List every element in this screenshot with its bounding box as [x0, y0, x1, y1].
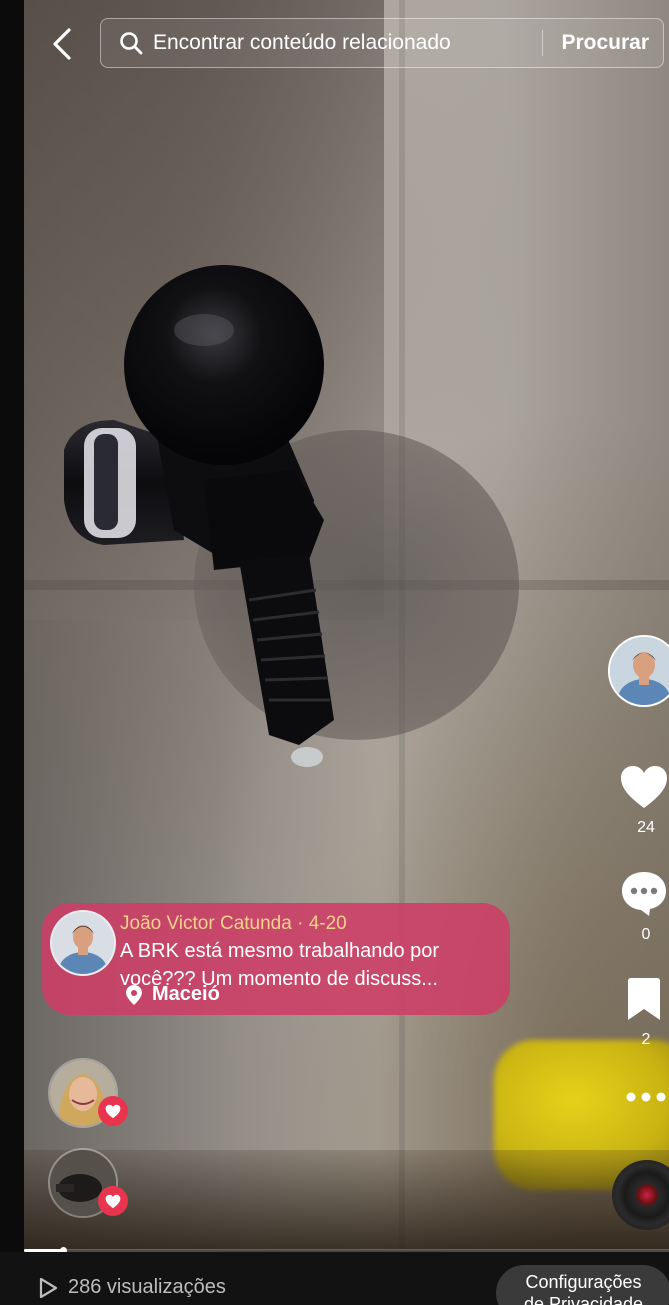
- like-count: 24: [637, 819, 655, 836]
- liker-heart-badge: [98, 1186, 128, 1216]
- search-bar[interactable]: Encontrar conteúdo relacionado Procurar: [100, 18, 664, 68]
- music-cover: [636, 1184, 658, 1206]
- location-tag[interactable]: Maceió: [126, 983, 220, 1006]
- heart-icon: [105, 1194, 121, 1208]
- comment-icon: [622, 872, 666, 916]
- search-button[interactable]: Procurar: [543, 31, 663, 55]
- promoted-post-card[interactable]: João Victor Catunda · 4-20 A BRK está me…: [42, 903, 510, 1015]
- chevron-left-icon: [53, 28, 71, 60]
- location-label: Maceió: [152, 983, 220, 1005]
- faucet-image: [64, 265, 334, 767]
- comment-button[interactable]: 0: [614, 869, 669, 944]
- author-avatar[interactable]: [50, 910, 116, 976]
- back-button[interactable]: [44, 26, 80, 62]
- search-input[interactable]: Encontrar conteúdo relacionado: [153, 31, 542, 55]
- bookmark-icon: [628, 978, 660, 1020]
- heart-icon: [105, 1104, 121, 1118]
- search-icon: [119, 30, 145, 56]
- liker-heart-badge: [98, 1096, 128, 1126]
- save-button[interactable]: 2: [614, 976, 669, 1049]
- screen-edge: [0, 0, 24, 1250]
- save-count: 2: [641, 1031, 651, 1048]
- play-icon: [39, 1277, 58, 1298]
- view-count-label: 286 visualizações: [68, 1276, 226, 1298]
- more-icon: [626, 1092, 666, 1102]
- video-frame[interactable]: [24, 0, 669, 1250]
- like-button[interactable]: 24: [614, 764, 669, 837]
- privacy-label-line: de Privacidade: [523, 1294, 644, 1305]
- author-name-date[interactable]: João Victor Catunda · 4-20: [120, 913, 347, 935]
- view-count: 286 visualizações: [38, 1276, 226, 1299]
- location-pin-icon: [126, 984, 142, 1005]
- comment-count: 0: [641, 926, 651, 943]
- video-player-screen: Encontrar conteúdo relacionado Procurar …: [0, 0, 669, 1305]
- heart-icon: [621, 766, 667, 808]
- privacy-settings-button[interactable]: Configurações de Privacidade: [496, 1265, 669, 1305]
- privacy-label-line: Configurações: [525, 1272, 642, 1292]
- more-button[interactable]: [614, 1085, 669, 1114]
- caption-line: A BRK está mesmo trabalhando por: [120, 940, 440, 962]
